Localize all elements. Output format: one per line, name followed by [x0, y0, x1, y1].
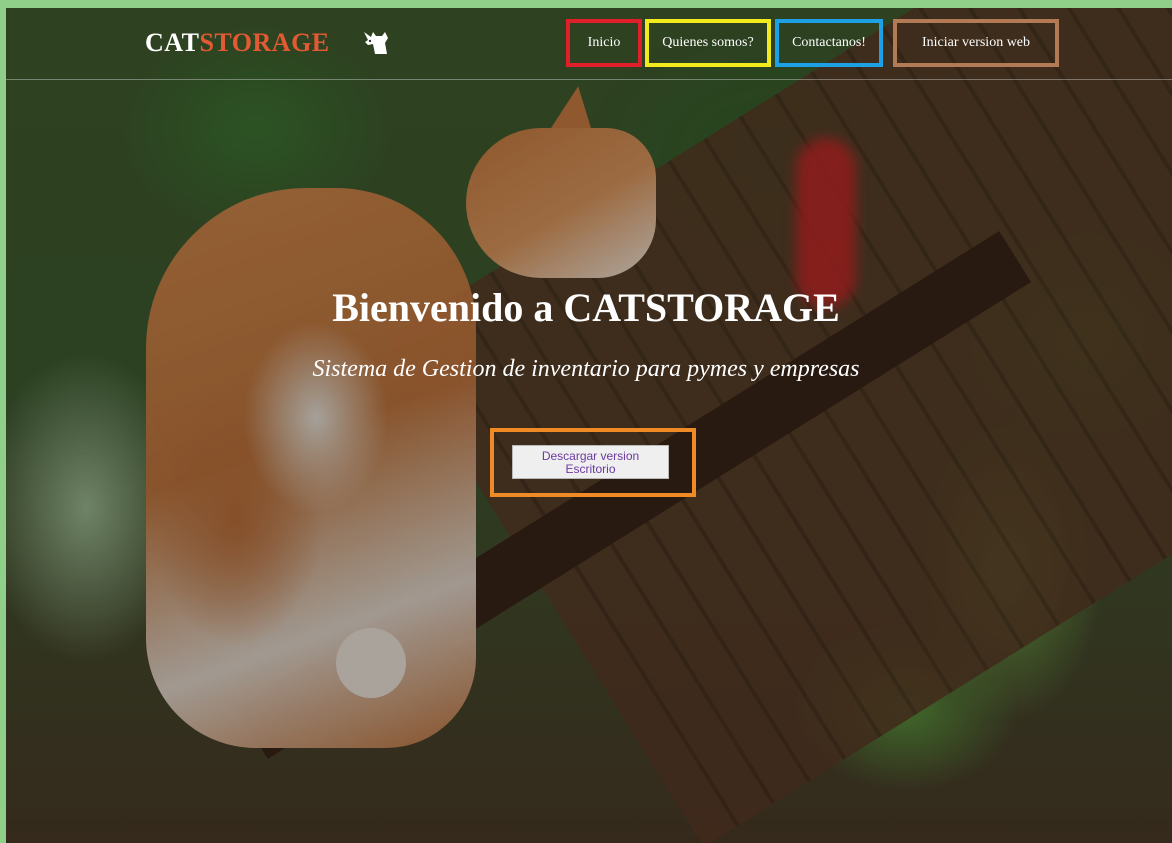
download-desktop-button[interactable]: Descargar version Escritorio [512, 445, 669, 479]
nav-contactanos[interactable]: Contactanos! [775, 19, 883, 67]
nav-inicio[interactable]: Inicio [566, 19, 642, 67]
hero-subtitle: Sistema de Gestion de inventario para py… [312, 356, 860, 382]
nav-iniciar-version-web[interactable]: Iniciar version web [893, 19, 1059, 67]
cat-icon [364, 32, 388, 54]
hero-dark-overlay [6, 8, 1172, 843]
top-caption-strip [0, 0, 1172, 8]
brand-prefix: CAT [145, 28, 200, 57]
brand-logo[interactable]: CATSTORAGE [145, 28, 330, 58]
brand-suffix: STORAGE [199, 28, 330, 57]
hero-background [6, 8, 1172, 843]
navbar: CATSTORAGE Inicio Quienes somos? Contact… [6, 8, 1172, 80]
nav-quienes-somos[interactable]: Quienes somos? [645, 19, 771, 67]
hero-title: Bienvenido a CATSTORAGE [332, 285, 840, 330]
